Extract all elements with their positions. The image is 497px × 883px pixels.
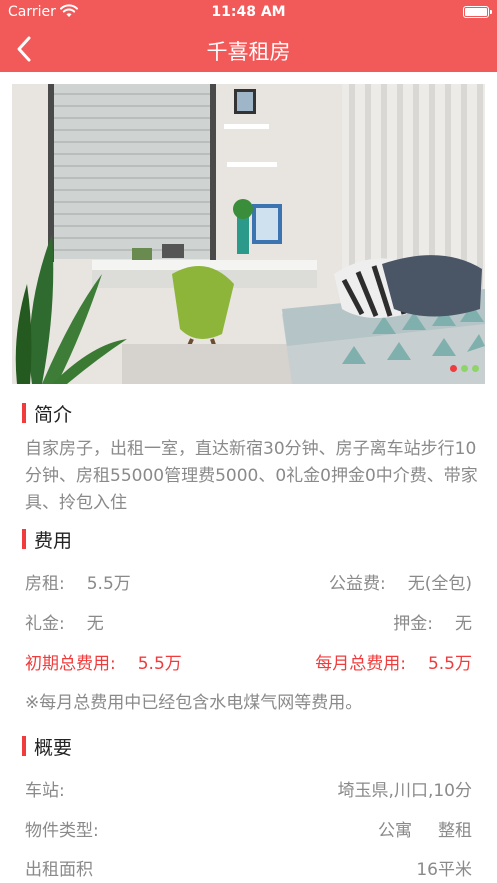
key-money-label: 礼金: [25, 614, 65, 634]
section-heading-fees: 费用 [22, 528, 73, 552]
section-marker [22, 736, 26, 756]
initial-total-label: 初期总费用: [25, 654, 116, 674]
initial-total-value: 5.5万 [137, 654, 182, 674]
overview-row-area: 出租面积 16平米 [25, 855, 472, 880]
overview-row-station: 车站: 埼玉県,川口,10分 [25, 776, 472, 801]
fee-row-rent: 房租: 5.5万 公益费: 无(全包) [25, 569, 472, 594]
battery-icon [463, 6, 492, 18]
area-value: 16平米 [416, 860, 472, 880]
rent-label: 房租: [25, 574, 65, 594]
rental-type-value: 整租 [438, 821, 472, 841]
public-fee-label: 公益费: [329, 574, 386, 594]
deposit-label: 押金: [393, 614, 433, 634]
section-title: 费用 [34, 529, 73, 552]
area-label: 出租面积 [25, 860, 93, 880]
public-fee-value: 无(全包) [407, 574, 472, 594]
page-title: 千喜租房 [206, 40, 291, 64]
carousel-page-indicator[interactable] [450, 365, 479, 372]
deposit-value: 无 [455, 614, 472, 634]
property-type-value: 公寓 [378, 821, 412, 841]
rent-value: 5.5万 [86, 574, 131, 594]
page-dot[interactable] [461, 365, 468, 372]
section-heading-overview: 概要 [22, 735, 73, 759]
room-photo-carousel[interactable] [12, 84, 485, 384]
section-heading-intro: 简介 [22, 402, 73, 426]
fee-row-totals: 初期总费用: 5.5万 每月总费用: 5.5万 [25, 649, 472, 674]
section-marker [22, 529, 26, 549]
nav-bar: 千喜租房 [0, 26, 497, 72]
section-title: 简介 [34, 403, 73, 426]
intro-text: 自家房子，出租一室，直达新宿30分钟、房子离车站步行10分钟、房租55000管理… [25, 439, 478, 513]
station-label: 车站: [25, 781, 65, 801]
property-type-label: 物件类型: [25, 821, 99, 841]
room-photo [12, 84, 485, 384]
fee-row-key-money: 礼金: 无 押金: 无 [25, 609, 472, 634]
key-money-value: 无 [86, 614, 104, 634]
page-dot[interactable] [450, 365, 457, 372]
monthly-total-label: 每月总费用: [315, 654, 406, 674]
section-title: 概要 [34, 736, 73, 759]
page-dot[interactable] [472, 365, 479, 372]
station-value: 埼玉県,川口,10分 [337, 781, 472, 801]
section-marker [22, 403, 26, 423]
monthly-total-value: 5.5万 [427, 654, 472, 674]
status-bar: Carrier 11:48 AM [0, 0, 497, 26]
fee-note: ※每月总费用中已经包含水电煤气网等费用。 [25, 693, 363, 713]
clock: 11:48 AM [211, 4, 286, 20]
overview-row-type: 物件类型: 公寓 整租 [25, 816, 472, 841]
